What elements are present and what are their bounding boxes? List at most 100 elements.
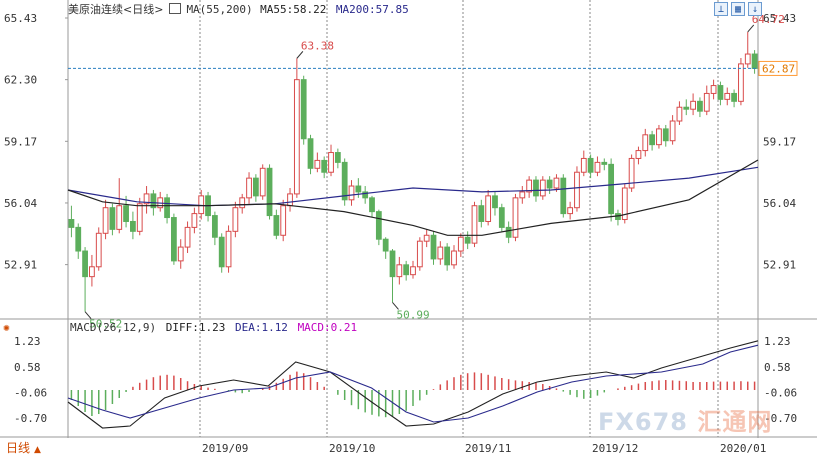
chart-tool-button-3[interactable]: ↓ bbox=[748, 2, 762, 16]
x-tick-label: 2019/10 bbox=[329, 442, 375, 455]
candle-body bbox=[246, 177, 252, 199]
candle-body bbox=[539, 179, 546, 197]
candle-body bbox=[321, 159, 328, 173]
candle-body bbox=[512, 197, 519, 238]
y-tick-label-left: 52.91 bbox=[4, 259, 37, 272]
candle-body bbox=[683, 106, 690, 110]
candle-body bbox=[437, 246, 444, 260]
candle-body bbox=[382, 238, 389, 252]
candle-body bbox=[307, 138, 314, 169]
candle-body bbox=[266, 167, 273, 217]
watermark-logo: FX678 bbox=[598, 408, 688, 436]
ma-legend-icon bbox=[168, 3, 181, 14]
y-tick-label-right: 52.91 bbox=[763, 259, 796, 272]
candle-body bbox=[744, 53, 751, 65]
ma200-value: MA200:57.85 bbox=[335, 3, 409, 16]
candle-body bbox=[75, 226, 82, 252]
candle-body bbox=[519, 191, 526, 199]
bar-icon: ⊥ bbox=[717, 4, 725, 15]
candle-body bbox=[225, 230, 232, 268]
candle-body bbox=[601, 161, 608, 165]
grid-icon: ▦ bbox=[734, 4, 742, 15]
x-tick-label: 2019/09 bbox=[202, 442, 248, 455]
low2-label: 50.99 bbox=[397, 308, 430, 321]
candle-body bbox=[669, 120, 676, 142]
period-tab-daily[interactable]: 日线 ▲ bbox=[0, 438, 64, 458]
x-tick-label: 2019/12 bbox=[592, 442, 638, 455]
macd-y-tick-right: -0.06 bbox=[764, 386, 797, 399]
instrument-title: 美原油连续<日线> bbox=[68, 3, 164, 16]
candle-body bbox=[403, 264, 410, 276]
main-title-row: 美原油连续<日线> MA(55,200) MA55:58.22 MA200:57… bbox=[68, 3, 409, 16]
candle-body bbox=[594, 161, 601, 173]
candle-body bbox=[478, 205, 485, 222]
candle-body bbox=[184, 226, 191, 248]
candle-body bbox=[710, 85, 717, 94]
candle-body bbox=[341, 161, 348, 201]
candle-body bbox=[423, 234, 430, 242]
candle-body bbox=[457, 236, 464, 252]
high1-pointer bbox=[296, 51, 304, 59]
candle-body bbox=[314, 159, 321, 169]
candle-body bbox=[649, 134, 656, 146]
candle-body bbox=[218, 236, 225, 268]
candle-body bbox=[273, 215, 280, 236]
candle-body bbox=[82, 250, 88, 278]
candle-body bbox=[731, 92, 737, 102]
candle-body bbox=[239, 197, 246, 209]
candle-body bbox=[464, 236, 471, 244]
watermark-name: 汇通网 bbox=[697, 408, 773, 436]
period-tab-label: 日线 bbox=[6, 441, 31, 455]
macd-y-tick-left: -0.06 bbox=[14, 386, 47, 399]
x-tick-label: 2020/01 bbox=[720, 442, 766, 455]
chart-tool-button-1[interactable]: ⊥ bbox=[714, 2, 728, 16]
macd-hist-value: MACD:0.21 bbox=[297, 321, 358, 334]
candle-body bbox=[676, 106, 683, 122]
macd-title-row: MACD(26,12,9) DIFF:1.23 DEA:1.12 MACD:0.… bbox=[70, 321, 357, 334]
candle-body bbox=[328, 152, 334, 173]
candle-body bbox=[567, 207, 574, 215]
macd-y-tick-right: 1.23 bbox=[764, 335, 791, 348]
candle-body bbox=[587, 157, 594, 173]
candle-body bbox=[171, 217, 177, 262]
candle-body bbox=[136, 203, 143, 232]
dropdown-triangle-icon: ▲ bbox=[34, 445, 41, 455]
high2-pointer bbox=[747, 24, 755, 33]
current-price-value: 62.87 bbox=[762, 62, 795, 75]
chart-tool-button-2[interactable]: ▦ bbox=[731, 2, 745, 16]
candle-body bbox=[109, 207, 116, 230]
candle-body bbox=[287, 193, 293, 207]
macd-label: MACD(26,12,9) bbox=[70, 321, 157, 334]
candle-body bbox=[703, 92, 710, 112]
candle-body bbox=[280, 205, 287, 236]
candle-body bbox=[608, 163, 615, 215]
candle-body bbox=[471, 205, 478, 244]
candle-body bbox=[533, 179, 539, 197]
candle-body bbox=[690, 100, 696, 110]
y-tick-label-right: 56.04 bbox=[763, 197, 796, 210]
candle-body bbox=[697, 100, 703, 112]
candle-body bbox=[369, 197, 375, 213]
candle-body bbox=[656, 128, 662, 146]
y-tick-label-left: 65.43 bbox=[4, 12, 37, 25]
macd-settings-icon[interactable]: ✺ bbox=[3, 321, 10, 334]
candle-body bbox=[717, 85, 724, 100]
y-tick-label-left: 59.17 bbox=[4, 135, 37, 148]
candle-body bbox=[130, 220, 136, 232]
x-tick-label: 2019/11 bbox=[465, 442, 511, 455]
macd-diff-value: DIFF:1.23 bbox=[165, 321, 226, 334]
candle-body bbox=[164, 197, 170, 219]
down-arrow-icon: ↓ bbox=[751, 4, 759, 15]
candle-body bbox=[560, 177, 567, 215]
y-tick-label-left: 56.04 bbox=[4, 197, 37, 210]
macd-y-tick-left: -0.70 bbox=[14, 412, 47, 425]
candle-body bbox=[211, 215, 218, 238]
candle-body bbox=[116, 205, 123, 230]
candle-body bbox=[177, 246, 184, 262]
candle-body bbox=[102, 207, 109, 234]
candle-body bbox=[553, 177, 560, 189]
candle-body bbox=[334, 152, 341, 163]
candle-body bbox=[505, 226, 512, 238]
candle-body bbox=[191, 213, 198, 228]
candle-body bbox=[724, 92, 731, 100]
